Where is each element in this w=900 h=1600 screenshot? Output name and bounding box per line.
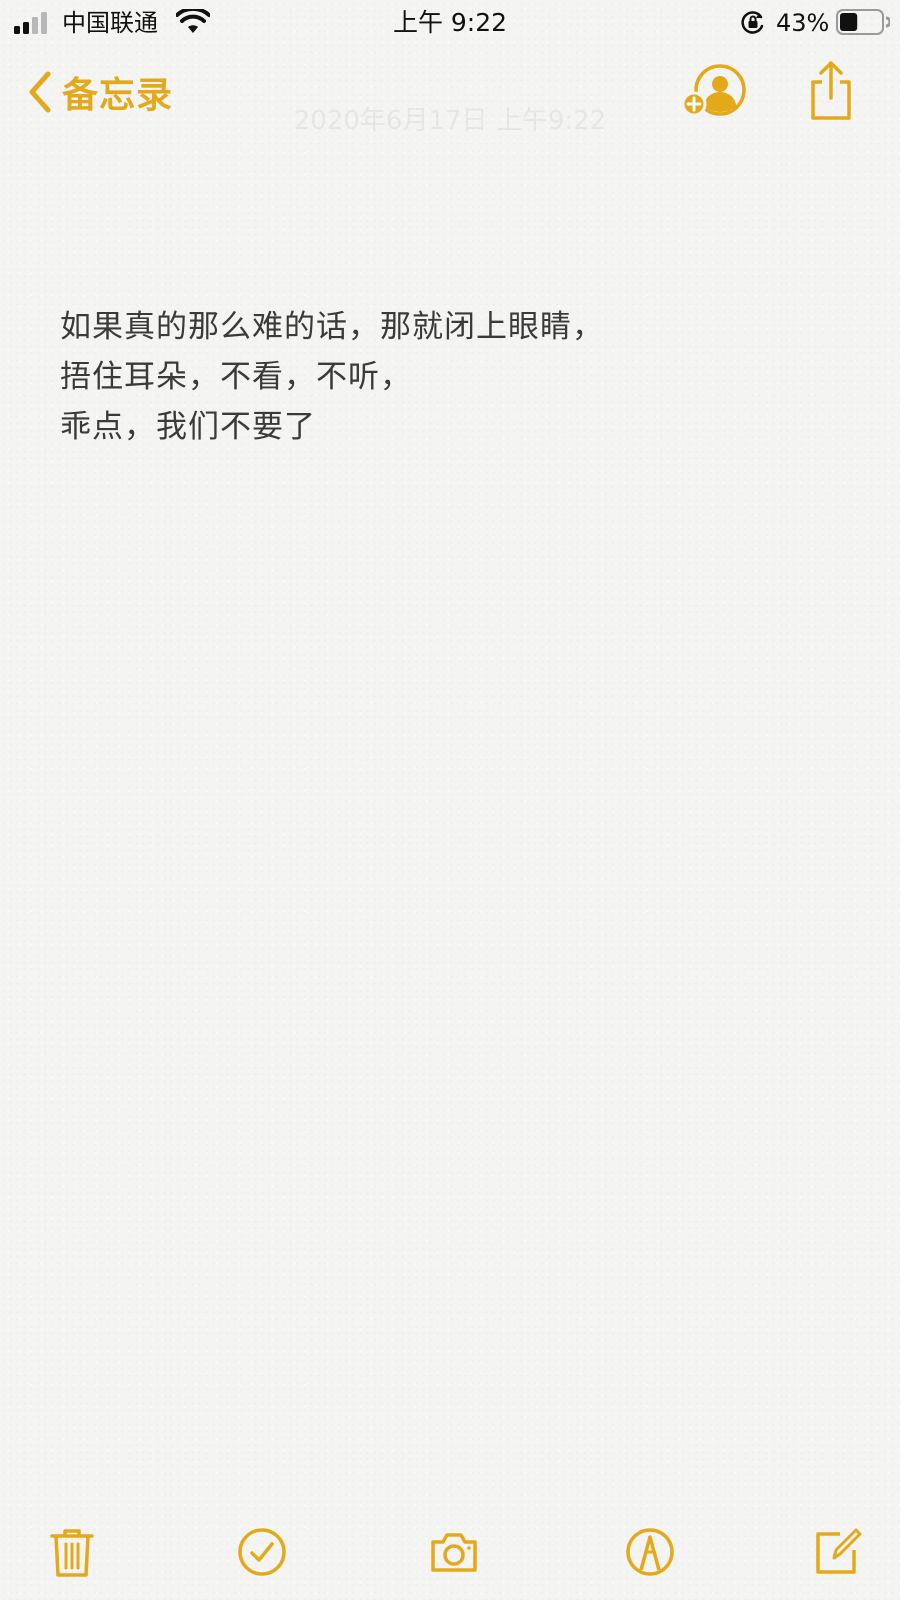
note-line: 如果真的那么难的话，那就闭上眼睛， [60,309,604,345]
status-bar: 中国联通 上午 9:22 43% [0,0,900,44]
add-person-button[interactable] [681,62,748,122]
markup-icon [626,1528,674,1576]
note-date: 2020年6月17日 上午9:22 [293,106,607,136]
note-body[interactable]: 如果真的那么难的话，那就闭上眼睛， 捂住耳朵，不看，不听， 乖点，我们不要了 [60,302,840,452]
delete-button[interactable] [44,1524,100,1580]
compose-icon [816,1528,862,1574]
markup-button[interactable] [622,1524,678,1580]
compose-button[interactable] [810,1524,866,1580]
share-icon [811,61,851,120]
share-button[interactable] [806,60,856,122]
bottom-toolbar [0,1512,900,1592]
note-line: 捂住耳朵，不看，不听， [60,359,412,395]
checklist-button[interactable] [234,1524,290,1580]
nav-bar: 备忘录 2020年6月17日 上午9:22 [0,56,900,136]
checklist-icon [238,1528,286,1576]
camera-button[interactable] [426,1524,482,1580]
camera-icon [431,1533,477,1572]
battery-icon [836,9,890,35]
rotation-lock-icon [741,11,764,34]
trash-icon [50,1529,94,1577]
battery-percent: 43% [776,9,830,37]
note-line: 乖点，我们不要了 [60,409,316,445]
add-person-icon [681,64,746,117]
